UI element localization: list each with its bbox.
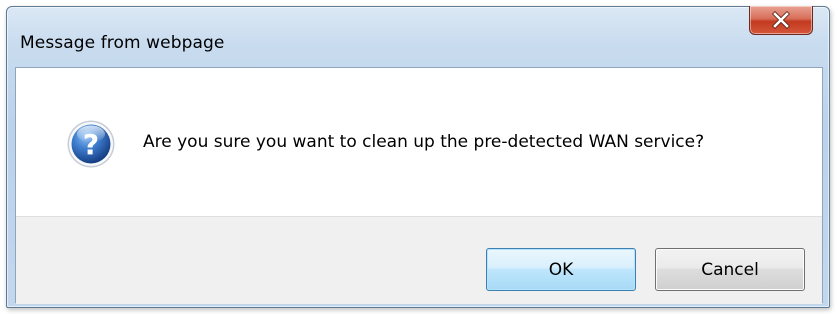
question-icon: ? [67,120,115,168]
close-button[interactable] [749,6,813,35]
dialog-body: ? Are you sure you want to clean up the … [15,67,823,304]
dialog-title: Message from webpage [20,33,225,53]
message-dialog: Message from webpage ? Are you sure you … [6,6,830,308]
ok-button[interactable]: OK [486,248,636,291]
dialog-message: Are you sure you want to clean up the pr… [143,132,705,152]
svg-text:?: ? [83,128,99,161]
message-area: ? Are you sure you want to clean up the … [16,68,822,216]
cancel-button[interactable]: Cancel [655,248,805,291]
dialog-titlebar[interactable]: Message from webpage [7,6,829,69]
button-bar: OK Cancel [16,216,822,304]
close-icon [772,11,790,29]
